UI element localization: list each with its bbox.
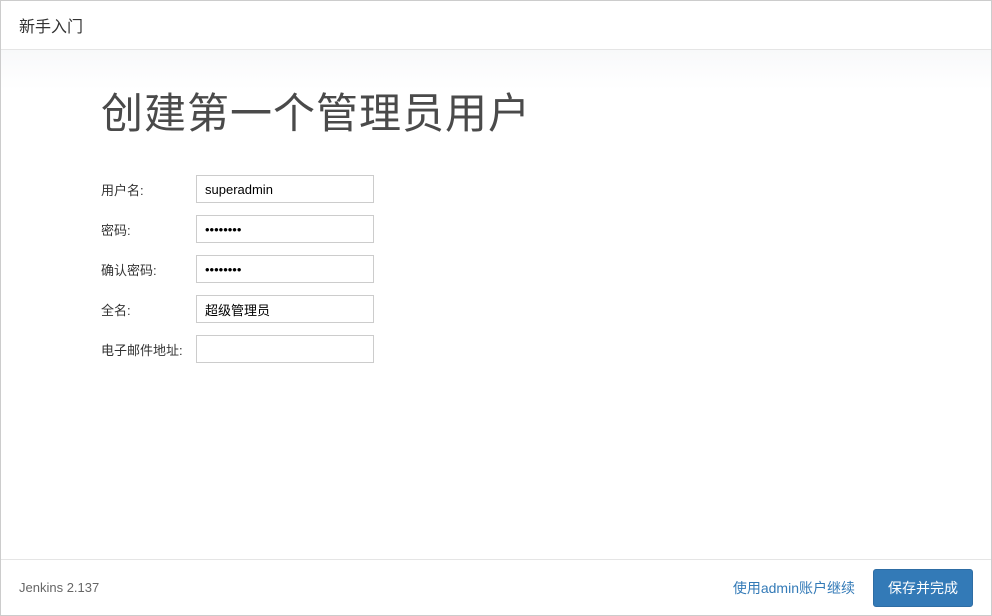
confirm-password-input[interactable] (196, 255, 374, 283)
username-label: 用户名: (101, 169, 196, 209)
version-label: Jenkins 2.137 (19, 580, 99, 595)
admin-user-form: 用户名: 密码: 确认密码: 全名: 电子邮件地址: (101, 169, 374, 369)
wizard-header: 新手入门 (1, 1, 991, 50)
password-input[interactable] (196, 215, 374, 243)
username-input[interactable] (196, 175, 374, 203)
email-input[interactable] (196, 335, 374, 363)
save-and-finish-button[interactable]: 保存并完成 (873, 569, 973, 607)
main-content: 创建第一个管理员用户 用户名: 密码: 确认密码: 全名: (1, 50, 991, 560)
confirm-password-label: 确认密码: (101, 249, 196, 289)
fullname-label: 全名: (101, 289, 196, 329)
wizard-footer: Jenkins 2.137 使用admin账户继续 保存并完成 (1, 559, 991, 615)
password-label: 密码: (101, 209, 196, 249)
email-label: 电子邮件地址: (101, 329, 196, 369)
page-title: 创建第一个管理员用户 (101, 80, 891, 141)
fullname-input[interactable] (196, 295, 374, 323)
continue-as-admin-button[interactable]: 使用admin账户继续 (727, 570, 861, 606)
footer-actions: 使用admin账户继续 保存并完成 (727, 569, 973, 607)
wizard-header-title: 新手入门 (19, 19, 83, 36)
